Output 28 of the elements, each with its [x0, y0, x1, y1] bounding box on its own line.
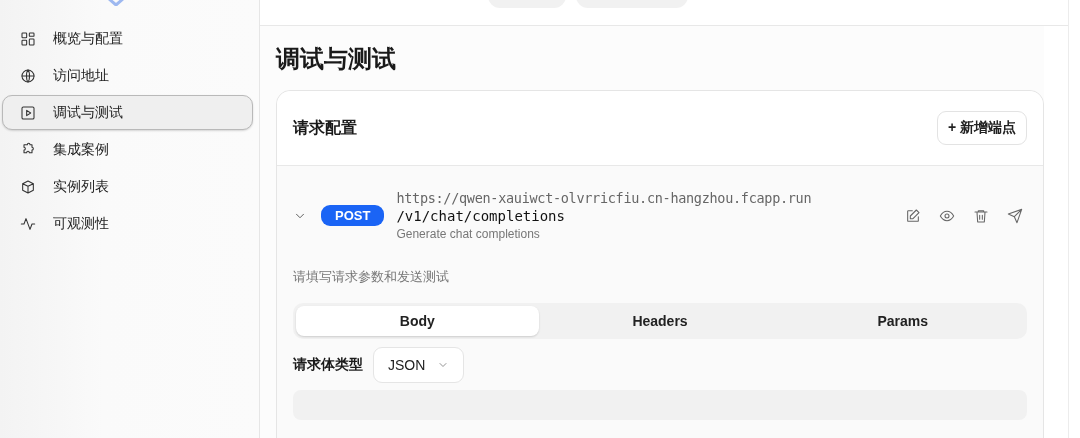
edit-icon[interactable]	[905, 207, 921, 224]
tab[interactable]: Params	[781, 306, 1024, 336]
nav-item[interactable]: 调试与测试	[2, 95, 253, 130]
nav-item[interactable]: 概览与配置	[2, 21, 253, 56]
card-title: 请求配置	[293, 117, 357, 138]
nav-item[interactable]: 访问地址	[2, 58, 253, 93]
box-icon	[20, 178, 36, 195]
page-title: 调试与测试	[276, 44, 397, 74]
base-url: https://qwen-xauiwct-olvrricfiu.cn-hangzhou.fcapp.run	[396, 190, 813, 206]
endpoint-path: /v1/chat/completions	[396, 208, 566, 224]
send-icon[interactable]	[1007, 207, 1023, 224]
body-type-select[interactable]: JSON	[373, 347, 465, 383]
play-icon	[20, 104, 36, 121]
grid-icon	[20, 30, 36, 47]
field-label: 请求体类型	[293, 356, 363, 374]
globe-icon	[20, 67, 36, 84]
add-endpoint-button[interactable]: + 新增端点	[936, 111, 1027, 145]
pulse-icon	[20, 215, 36, 232]
tab[interactable]: Headers	[538, 306, 782, 336]
hint-text: 请填写请求参数和发送测试	[293, 268, 450, 286]
logo-icon	[106, 0, 126, 6]
trash-icon[interactable]	[973, 207, 989, 224]
endpoint-description: Generate chat completions	[396, 227, 541, 241]
method-badge: POST	[321, 205, 385, 226]
tab[interactable]: Body	[296, 306, 539, 336]
nav-item[interactable]: 实例列表	[2, 169, 253, 204]
nav-item[interactable]: 集成案例	[2, 132, 253, 167]
nav-item[interactable]: 可观测性	[2, 206, 253, 241]
